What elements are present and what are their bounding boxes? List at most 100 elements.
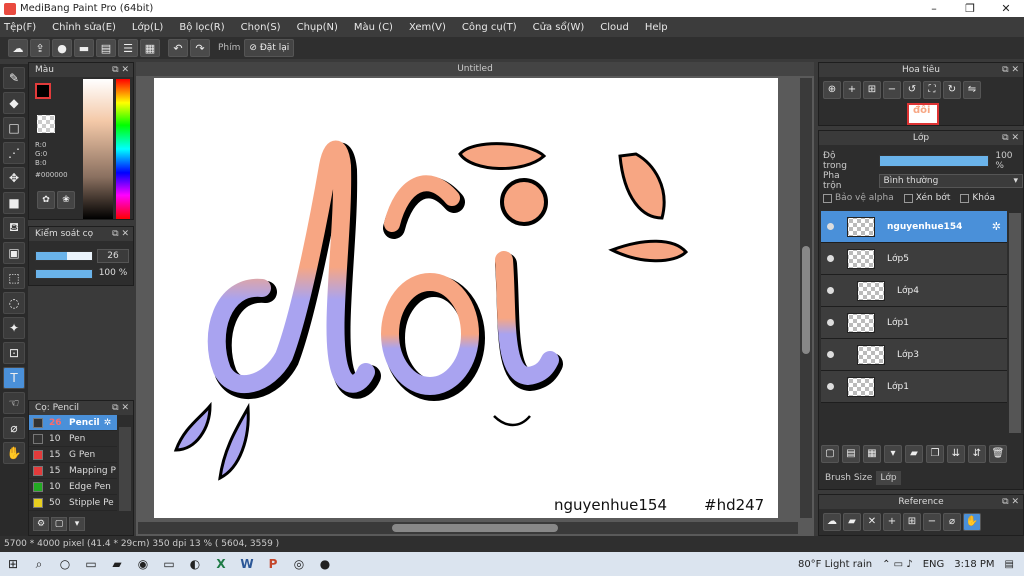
- layer-row[interactable]: Lớp5: [821, 243, 1007, 275]
- brush-size-value[interactable]: 26: [97, 249, 129, 263]
- ref-zoom-out-icon[interactable]: −: [923, 513, 941, 531]
- rotate-right-icon[interactable]: ↻: [943, 81, 961, 99]
- chrome-icon[interactable]: ◎: [286, 554, 312, 574]
- hue-slider[interactable]: [116, 79, 130, 219]
- ref-fit-icon[interactable]: ⊞: [903, 513, 921, 531]
- minimize-button[interactable]: –: [916, 0, 952, 17]
- palette-add-icon[interactable]: ❀: [57, 191, 75, 209]
- notification-icon[interactable]: ▤: [1005, 559, 1014, 570]
- layer-row[interactable]: Lớp1: [821, 307, 1007, 339]
- document-canvas[interactable]: nguyenhue154 #hd247: [154, 78, 778, 518]
- eyedropper-tool-icon[interactable]: ⌀: [3, 417, 25, 439]
- brush-item[interactable]: 10 Edge Pen: [29, 479, 117, 495]
- panel-controls[interactable]: ⧉ ✕: [1002, 495, 1019, 509]
- panel-controls[interactable]: ⧉ ✕: [112, 227, 129, 241]
- ref-hand-icon[interactable]: ✋: [963, 513, 981, 531]
- layer-row[interactable]: nguyenhue154 ✲: [821, 211, 1007, 243]
- menu-help[interactable]: Help: [645, 22, 668, 33]
- brush-item[interactable]: 15 G Pen: [29, 447, 117, 463]
- fullscreen-icon[interactable]: ⛶: [923, 81, 941, 99]
- undo-icon[interactable]: ↶: [168, 39, 188, 57]
- foreground-color-swatch[interactable]: [35, 83, 51, 99]
- brush-tool-icon[interactable]: ✎: [3, 67, 25, 89]
- fit-window-icon[interactable]: ⊞: [863, 81, 881, 99]
- select-rect-tool-icon[interactable]: ⬚: [3, 267, 25, 289]
- layer-row[interactable]: Lớp3: [821, 339, 1007, 371]
- palette-icon[interactable]: ✿: [37, 191, 55, 209]
- lock-checkbox[interactable]: Khóa: [960, 193, 995, 203]
- rotate-left-icon[interactable]: ↺: [903, 81, 921, 99]
- language-indicator[interactable]: ENG: [923, 559, 945, 570]
- brush-menu-icon[interactable]: ▾: [69, 517, 85, 531]
- brush-list-scrollbar[interactable]: [119, 427, 131, 511]
- operation-tool-icon[interactable]: ☜: [3, 392, 25, 414]
- tab-layer[interactable]: Lớp: [876, 471, 901, 485]
- ref-zoom-in-icon[interactable]: +: [883, 513, 901, 531]
- menu-file[interactable]: Tệp(F): [4, 22, 36, 33]
- brush-settings-icon[interactable]: ✲: [104, 418, 112, 428]
- new-brush-icon[interactable]: ▢: [51, 517, 67, 531]
- layer-row[interactable]: Lớp4: [821, 275, 1007, 307]
- clock[interactable]: 3:18 PM: [954, 559, 994, 570]
- layer-list-scrollbar[interactable]: [1009, 213, 1021, 433]
- monitor-app-icon[interactable]: ▭: [156, 554, 182, 574]
- eye-icon[interactable]: [823, 220, 837, 234]
- task-view-icon[interactable]: ▭: [78, 554, 104, 574]
- edge-browser-icon[interactable]: ◐: [182, 554, 208, 574]
- file-explorer-icon[interactable]: ▰: [104, 554, 130, 574]
- gear-icon[interactable]: ⚙: [33, 517, 49, 531]
- upload-icon[interactable]: ⇪: [30, 39, 50, 57]
- trash-icon[interactable]: 🗑: [989, 445, 1007, 463]
- fill-rect-tool-icon[interactable]: ■: [3, 192, 25, 214]
- duplicate-layer-icon[interactable]: ❐: [926, 445, 944, 463]
- vertical-scroll-thumb[interactable]: [802, 246, 810, 354]
- folder-icon[interactable]: ▰: [905, 445, 923, 463]
- close-reference-icon[interactable]: ✕: [863, 513, 881, 531]
- panel-controls[interactable]: ⧉ ✕: [112, 63, 129, 77]
- brush-item[interactable]: 26 Pencil ✲: [29, 415, 117, 431]
- windows-start-icon[interactable]: ⊞: [0, 554, 26, 574]
- clipping-checkbox[interactable]: Xén bớt: [903, 193, 950, 203]
- tray-icons[interactable]: ⌃ ▭ ♪: [882, 559, 913, 570]
- weather-widget[interactable]: 80°F Light rain: [798, 559, 872, 570]
- eye-icon[interactable]: [823, 284, 837, 298]
- select-pen-tool-icon[interactable]: ⊡: [3, 342, 25, 364]
- canvas-vertical-scrollbar[interactable]: [800, 78, 812, 518]
- menu-color[interactable]: Màu (C): [354, 22, 393, 33]
- maximize-button[interactable]: ❐: [952, 0, 988, 17]
- eye-icon[interactable]: [823, 316, 837, 330]
- new-color-layer-icon[interactable]: ▤: [842, 445, 860, 463]
- text-tool-icon[interactable]: T: [3, 367, 25, 389]
- menu-edit[interactable]: Chỉnh sửa(E): [52, 22, 116, 33]
- cloud-open-icon[interactable]: ☁: [823, 513, 841, 531]
- zoom-fit-icon[interactable]: ⊕: [823, 81, 841, 99]
- reset-button[interactable]: ⊘ Đặt lại: [244, 39, 295, 57]
- canvas-horizontal-scrollbar[interactable]: [138, 522, 798, 534]
- magic-wand-tool-icon[interactable]: ✦: [3, 317, 25, 339]
- menu-filter[interactable]: Bộ lọc(R): [179, 22, 224, 33]
- panel-controls[interactable]: ⧉ ✕: [1002, 63, 1019, 77]
- list-icon[interactable]: ☰: [118, 39, 138, 57]
- close-button[interactable]: ✕: [988, 0, 1024, 17]
- redo-icon[interactable]: ↷: [190, 39, 210, 57]
- menu-view[interactable]: Xem(V): [409, 22, 446, 33]
- layer-row[interactable]: Lớp1: [821, 371, 1007, 403]
- zoom-in-icon[interactable]: +: [843, 81, 861, 99]
- brush-item[interactable]: 15 Mapping P: [29, 463, 117, 479]
- ref-eyedropper-icon[interactable]: ⌀: [943, 513, 961, 531]
- brush-opacity-slider[interactable]: [35, 269, 93, 279]
- grid-icon[interactable]: ▦: [140, 39, 160, 57]
- menu-select[interactable]: Chọn(S): [241, 22, 281, 33]
- panel-controls[interactable]: ⧉ ✕: [1002, 131, 1019, 145]
- medibang-taskbar-icon[interactable]: ●: [312, 554, 338, 574]
- open-folder-icon[interactable]: ▰: [843, 513, 861, 531]
- brush-item[interactable]: 50 Stipple Pe: [29, 495, 117, 511]
- search-icon[interactable]: ⌕: [26, 554, 52, 574]
- menu-window[interactable]: Cửa sổ(W): [533, 22, 585, 33]
- move-tool-icon[interactable]: ✥: [3, 167, 25, 189]
- merge-down-icon[interactable]: ⇊: [947, 445, 965, 463]
- add-layer-menu-icon[interactable]: ▾: [884, 445, 902, 463]
- navigator-thumbnail[interactable]: đôi: [907, 103, 939, 125]
- protect-alpha-checkbox[interactable]: Bảo vệ alpha: [823, 193, 894, 203]
- flip-icon[interactable]: ⇋: [963, 81, 981, 99]
